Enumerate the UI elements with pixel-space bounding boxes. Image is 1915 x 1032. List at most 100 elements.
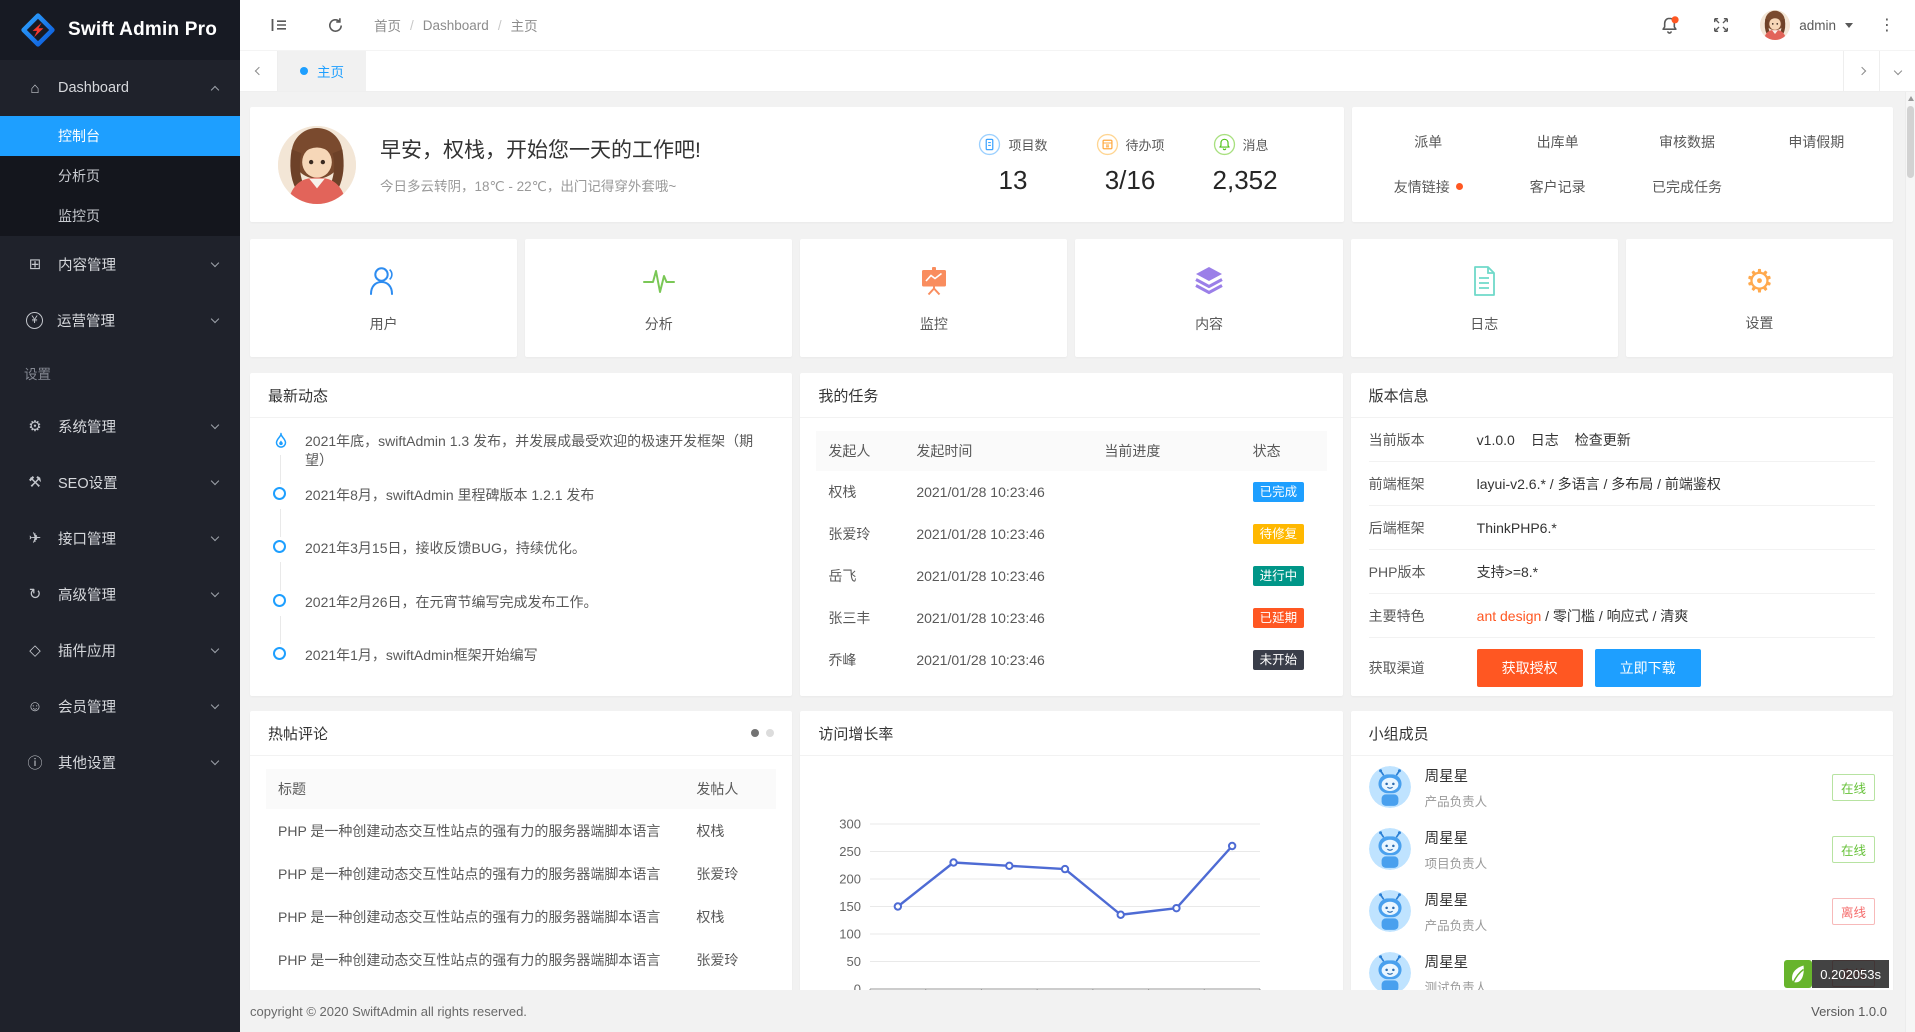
get-license-button[interactable]: 获取授权 — [1477, 649, 1583, 687]
sidebar-item-分析页[interactable]: 分析页 — [0, 156, 240, 196]
thinkphp-leaf-icon — [1784, 960, 1812, 988]
quick-link-已完成任务[interactable]: 已完成任务 — [1622, 172, 1751, 202]
sidebar-item-系统管理[interactable]: ⚙系统管理 — [0, 398, 240, 454]
scrollbar-thumb[interactable] — [1907, 106, 1914, 178]
sidebar-item-高级管理[interactable]: ↻ 高级管理 — [0, 566, 240, 622]
download-button[interactable]: 立即下载 — [1595, 649, 1701, 687]
shortcut-analysis[interactable]: 分析 — [525, 239, 792, 357]
stat-messages: 消息 2,352 — [1213, 133, 1278, 196]
more-options-icon[interactable]: ⋮ — [1879, 15, 1895, 35]
team-list: 周星星产品负责人在线周星星项目负责人在线周星星产品负责人离线周星星测试负责人离线 — [1351, 756, 1893, 990]
tabs-scroll-left[interactable] — [240, 51, 278, 91]
document-icon — [1466, 263, 1502, 299]
quick-link-客户记录[interactable]: 客户记录 — [1493, 172, 1622, 202]
scrollbar-up-arrow[interactable] — [1908, 96, 1914, 101]
quick-link-label: 申请假期 — [1788, 132, 1844, 152]
chevron-down-icon — [211, 756, 219, 764]
shortcut-users[interactable]: 用户 — [250, 239, 517, 357]
shortcut-monitor[interactable]: 监控 — [800, 239, 1067, 357]
sidebar-item-内容管理[interactable]: ⊞内容管理 — [0, 236, 240, 292]
member-name: 周星星 — [1425, 889, 1488, 910]
chevron-up-icon — [211, 85, 219, 93]
data-point-Thu — [1062, 866, 1068, 872]
shortcut-logs[interactable]: 日志 — [1351, 239, 1618, 357]
sidebar-item-label: 运营管理 — [57, 310, 115, 331]
hot-post-row[interactable]: PHP 是一种创建动态交互性站点的强有力的服务器端脚本语言权栈 — [266, 981, 776, 990]
member-avatar — [1369, 766, 1411, 808]
sidebar-item-接口管理[interactable]: ✈接口管理 — [0, 510, 240, 566]
sidebar-submenu: 控制台分析页监控页 — [0, 116, 240, 236]
quick-link-友情链接[interactable]: 友情链接 — [1364, 172, 1493, 202]
content-grid-icon: ⊞ — [26, 255, 44, 273]
task-initiator: 张三丰 — [816, 608, 904, 628]
quick-link-出库单[interactable]: 出库单 — [1493, 127, 1622, 157]
sidebar-item-插件应用[interactable]: ◇插件应用 — [0, 622, 240, 678]
sidebar-item-label: 系统管理 — [58, 416, 116, 437]
fullscreen-icon[interactable] — [1708, 12, 1734, 38]
tasks-title: 我的任务 — [818, 385, 878, 406]
sidebar-item-会员管理[interactable]: ☺会员管理 — [0, 678, 240, 734]
tab-home[interactable]: 主页 — [278, 51, 366, 91]
sidebar-item-label: 会员管理 — [58, 696, 116, 717]
sidebar-item-label: 高级管理 — [58, 584, 116, 605]
changelog-link[interactable]: 日志 — [1531, 430, 1559, 450]
post-title: PHP 是一种创建动态交互性站点的强有力的服务器端脚本语言 — [266, 821, 684, 841]
version-row-current: 当前版本 v1.0.0 日志 检查更新 — [1369, 418, 1875, 462]
version-title: 版本信息 — [1369, 385, 1429, 406]
chevron-down-icon — [1845, 23, 1853, 28]
collapse-sidebar-icon[interactable] — [266, 12, 292, 38]
sidebar-item-SEO设置[interactable]: ⚒SEO设置 — [0, 454, 240, 510]
welcome-stats: 项目数 13 待办项 3/16 — [978, 133, 1343, 196]
breadcrumb-dashboard[interactable]: Dashboard — [423, 18, 489, 33]
avatar — [1760, 10, 1790, 40]
welcome-title: 早安，权栈，开始您一天的工作吧! — [380, 134, 701, 164]
task-time: 2021/01/28 10:23:46 — [904, 526, 1092, 542]
data-point-Sun — [1229, 843, 1235, 849]
user-menu[interactable]: admin — [1760, 10, 1853, 40]
news-card: 最新动态 2021年底，swiftAdmin 1.3 发布，并发展成最受欢迎的极… — [250, 373, 792, 696]
refresh-icon[interactable] — [322, 12, 348, 38]
weather-subtitle: 今日多云转阴，18℃ - 22℃，出门记得穿外套哦~ — [380, 175, 701, 195]
app-logo[interactable]: Swift Admin Pro — [0, 0, 240, 60]
member-name: 周星星 — [1425, 765, 1488, 786]
sidebar-item-运营管理[interactable]: ¥运营管理 — [0, 292, 240, 348]
svg-text:0: 0 — [854, 982, 861, 991]
sidebar-item-Dashboard[interactable]: ⌂Dashboard — [0, 60, 240, 116]
quick-link-label: 审核数据 — [1659, 132, 1715, 152]
hot-post-row[interactable]: PHP 是一种创建动态交互性站点的强有力的服务器端脚本语言张爱玲 — [266, 938, 776, 981]
tabs-menu-icon[interactable] — [1879, 51, 1915, 91]
stat-projects: 项目数 13 — [978, 133, 1047, 196]
member-name: 周星星 — [1425, 951, 1488, 972]
hot-post-row[interactable]: PHP 是一种创建动态交互性站点的强有力的服务器端脚本语言权栈 — [266, 895, 776, 938]
tab-bar: 主页 — [240, 51, 1915, 92]
hot-post-row[interactable]: PHP 是一种创建动态交互性站点的强有力的服务器端脚本语言权栈 — [266, 809, 776, 852]
copyright-text: copyright © 2020 SwiftAdmin all rights r… — [250, 1004, 527, 1019]
chevron-down-icon — [211, 700, 219, 708]
sidebar-item-其他设置[interactable]: ⓘ其他设置 — [0, 734, 240, 790]
user-icon — [366, 263, 402, 299]
check-update-link[interactable]: 检查更新 — [1575, 430, 1631, 450]
rotate-icon: ↻ — [26, 585, 44, 603]
breadcrumb-home[interactable]: 首页 — [374, 15, 401, 35]
sidebar: Swift Admin Pro ⌂Dashboard控制台分析页监控页⊞内容管理… — [0, 0, 240, 1032]
shortcut-content[interactable]: 内容 — [1075, 239, 1342, 357]
carousel-dot-1[interactable] — [751, 729, 759, 737]
task-status: 已完成 — [1241, 482, 1327, 503]
task-row: 张三丰2021/01/28 10:23:46已延期 — [816, 597, 1326, 639]
sidebar-item-控制台[interactable]: 控制台 — [0, 116, 240, 156]
task-time: 2021/01/28 10:23:46 — [904, 568, 1092, 584]
tabs-scroll-right[interactable] — [1843, 51, 1879, 91]
highlight-feature[interactable]: ant design — [1477, 608, 1542, 624]
scrollbar[interactable] — [1905, 92, 1915, 1032]
member-info: 周星星产品负责人 — [1425, 889, 1488, 934]
member-name: 周星星 — [1425, 827, 1488, 848]
notifications-bell-icon[interactable] — [1656, 12, 1682, 38]
hot-post-row[interactable]: PHP 是一种创建动态交互性站点的强有力的服务器端脚本语言张爱玲 — [266, 852, 776, 895]
shortcut-settings[interactable]: ⚙ 设置 — [1626, 239, 1893, 357]
quick-link-申请假期[interactable]: 申请假期 — [1752, 127, 1881, 157]
quick-link-审核数据[interactable]: 审核数据 — [1622, 127, 1751, 157]
hot-posts-title: 热帖评论 — [268, 723, 328, 744]
quick-link-派单[interactable]: 派单 — [1364, 127, 1493, 157]
sidebar-item-监控页[interactable]: 监控页 — [0, 196, 240, 236]
carousel-dot-2[interactable] — [766, 729, 774, 737]
